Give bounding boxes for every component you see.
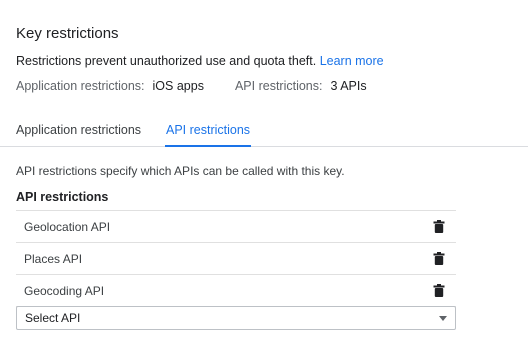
api-restrictions-key: API restrictions: (234, 79, 323, 93)
trash-icon[interactable] (433, 284, 445, 297)
intro-text: Restrictions prevent unauthorized use an… (16, 54, 384, 68)
list-item: Geocoding API (16, 275, 456, 307)
api-restrictions-description: API restrictions specify which APIs can … (16, 164, 345, 178)
api-name: Places API (24, 252, 83, 266)
api-list-title: API restrictions (16, 190, 109, 204)
list-item: Geolocation API (16, 211, 456, 243)
tab-api-restrictions[interactable]: API restrictions (164, 123, 252, 147)
api-name: Geolocation API (24, 220, 111, 234)
trash-icon[interactable] (433, 252, 445, 265)
trash-icon[interactable] (433, 220, 445, 233)
select-api-dropdown[interactable]: Select API (16, 306, 456, 330)
api-restrictions-value: 3 APIs (330, 79, 367, 93)
restriction-tabs: Application restrictions API restriction… (0, 115, 528, 147)
chevron-down-icon (439, 316, 447, 321)
tab-application-restrictions[interactable]: Application restrictions (16, 123, 141, 146)
learn-more-link[interactable]: Learn more (320, 54, 384, 68)
list-item: Places API (16, 243, 456, 275)
restrictions-summary: Application restrictions: iOS apps API r… (16, 79, 367, 93)
app-restrictions-value: iOS apps (152, 79, 204, 93)
api-name: Geocoding API (24, 284, 105, 298)
select-api-value: Select API (25, 311, 81, 325)
section-title: Key restrictions (16, 25, 119, 42)
api-list: Geolocation API Places API Geocoding API (16, 210, 456, 307)
app-restrictions-key: Application restrictions: (16, 79, 145, 93)
intro-description: Restrictions prevent unauthorized use an… (16, 54, 317, 68)
